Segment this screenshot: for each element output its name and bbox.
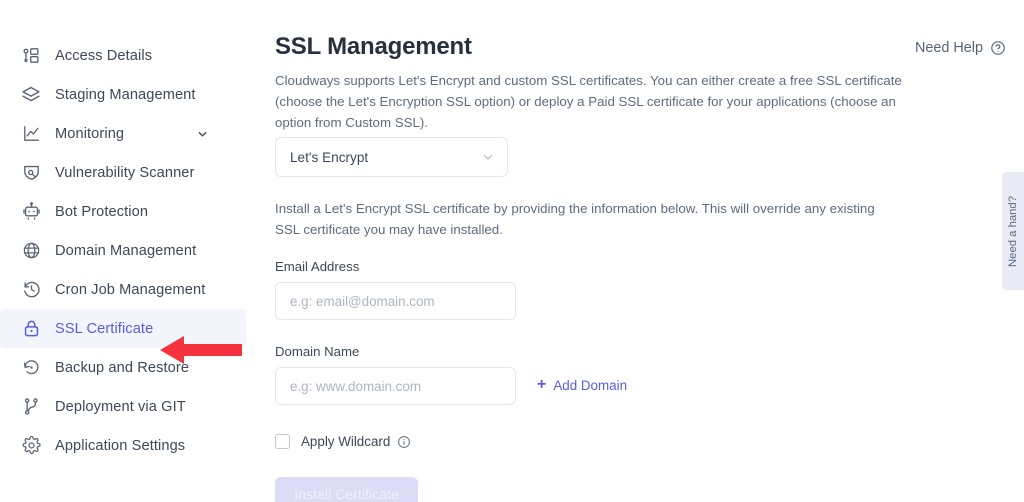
chart-line-icon xyxy=(20,123,42,145)
email-field-label: Email Address xyxy=(275,259,360,274)
sidebar-item-label: Domain Management xyxy=(55,242,197,259)
sidebar-item-label: Access Details xyxy=(55,47,153,64)
access-details-icon xyxy=(20,45,42,67)
sidebar-item-label: Backup and Restore xyxy=(55,359,190,376)
sidebar-item-domain-management[interactable]: Domain Management xyxy=(0,231,246,270)
sidebar-item-bot-protection[interactable]: Bot Protection xyxy=(0,192,246,231)
sidebar-item-deployment-via-git[interactable]: Deployment via GIT xyxy=(0,387,246,426)
intro-description: Cloudways supports Let's Encrypt and cus… xyxy=(275,73,902,130)
restore-icon xyxy=(20,357,42,379)
lock-icon xyxy=(20,318,42,340)
ssl-type-selected-value: Let's Encrypt xyxy=(290,149,369,165)
sidebar-item-backup-and-restore[interactable]: Backup and Restore xyxy=(0,348,246,387)
domain-field-label: Domain Name xyxy=(275,344,360,359)
add-domain-label: Add Domain xyxy=(553,377,628,393)
sidebar-item-cron-job-management[interactable]: Cron Job Management xyxy=(0,270,246,309)
sidebar-item-ssl-certificate[interactable]: SSL Certificate xyxy=(0,309,246,348)
apply-wildcard-row[interactable]: Apply Wildcard xyxy=(275,434,411,449)
question-circle-icon[interactable] xyxy=(990,40,1006,56)
need-help-label: Need Help xyxy=(915,40,983,56)
sidebar-item-label: SSL Certificate xyxy=(55,320,154,337)
install-description: Install a Let's Encrypt SSL certificate … xyxy=(275,201,875,237)
info-circle-icon[interactable] xyxy=(397,435,411,449)
sidebar-item-staging-management[interactable]: Staging Management xyxy=(0,75,246,114)
sidebar-item-label: Bot Protection xyxy=(55,203,149,220)
add-domain-button[interactable]: + Add Domain xyxy=(537,377,627,393)
chevron-down-icon xyxy=(481,150,495,164)
sidebar-item-label: Staging Management xyxy=(55,86,196,103)
ssl-type-select[interactable]: Let's Encrypt xyxy=(275,137,508,177)
git-branch-icon xyxy=(20,396,42,418)
sidebar-item-monitoring[interactable]: Monitoring xyxy=(0,114,246,153)
chevron-down-icon[interactable] xyxy=(196,127,209,140)
need-help-link[interactable]: Need Help xyxy=(915,40,1006,56)
sidebar-item-label: Cron Job Management xyxy=(55,281,206,298)
clock-history-icon xyxy=(20,279,42,301)
sidebar-item-label: Vulnerability Scanner xyxy=(55,164,195,181)
apply-wildcard-checkbox[interactable] xyxy=(275,434,290,449)
plus-icon: + xyxy=(537,376,547,393)
need-a-hand-tab[interactable]: Need a hand? xyxy=(1002,172,1024,290)
gear-icon xyxy=(20,435,42,457)
sidebar-nav: Access Details Staging Management Monito… xyxy=(0,0,252,502)
email-field[interactable] xyxy=(275,282,516,320)
install-certificate-button[interactable]: Install Certificate xyxy=(275,477,418,502)
shield-scan-icon xyxy=(20,162,42,184)
sidebar-item-label: Monitoring xyxy=(55,125,125,142)
domain-field[interactable] xyxy=(275,367,516,405)
main-content: SSL Management Need Help Cloudways suppo… xyxy=(252,0,1024,502)
layers-icon xyxy=(20,84,42,106)
sidebar-item-label: Application Settings xyxy=(55,437,186,454)
sidebar-item-vulnerability-scanner[interactable]: Vulnerability Scanner xyxy=(0,153,246,192)
page-title: SSL Management xyxy=(275,33,472,60)
need-a-hand-label: Need a hand? xyxy=(1007,195,1019,267)
sidebar-item-label: Deployment via GIT xyxy=(55,398,186,415)
ssl-management-page: Access Details Staging Management Monito… xyxy=(0,0,1024,502)
apply-wildcard-label: Apply Wildcard xyxy=(301,434,391,449)
sidebar-item-access-details[interactable]: Access Details xyxy=(0,36,246,75)
sidebar-item-application-settings[interactable]: Application Settings xyxy=(0,426,246,465)
globe-www-icon xyxy=(20,240,42,262)
robot-icon xyxy=(20,201,42,223)
